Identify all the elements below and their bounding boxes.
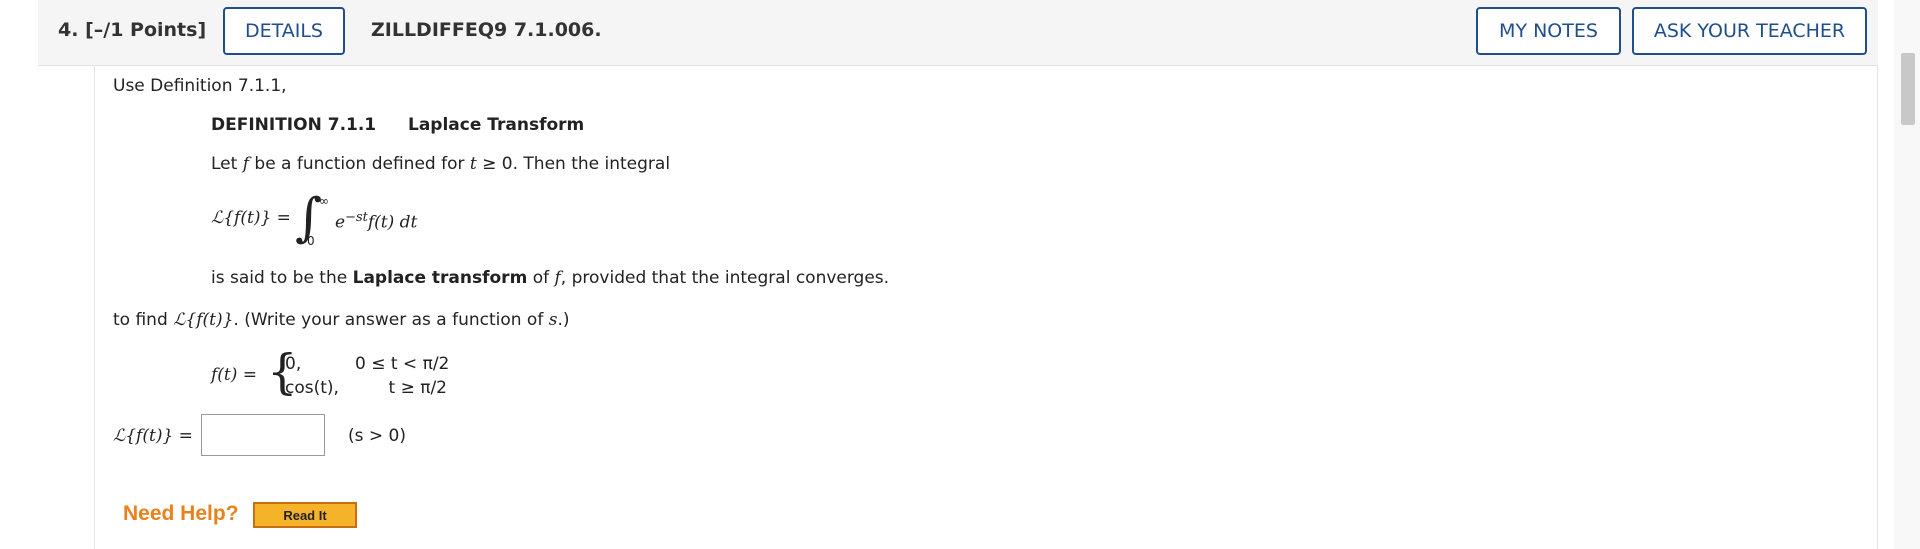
definition-line-1: Let f be a function defined for t ≥ 0. T… [211,154,670,174]
def-bold-term: Laplace transform [352,268,528,288]
def-text: is said to be the [211,268,353,288]
def-text: of [527,268,555,288]
details-button[interactable]: DETAILS [223,7,345,55]
question-points: [–/1 Points] [85,19,207,41]
intro-text: Use Definition 7.1.1, [113,76,287,96]
question-number-text: 4. [58,19,79,41]
my-notes-button[interactable]: MY NOTES [1476,7,1621,55]
definition-line-2: is said to be the Laplace transform of f… [211,268,889,288]
def-text: Let [211,154,243,174]
read-it-button[interactable]: Read It [253,502,357,528]
integrand: e−stf(t) dt [335,210,417,233]
def-var-t: t [469,154,477,174]
def-text: ≥ 0. Then the integral [476,154,671,174]
piece-2-condition: t ≥ π/2 [388,378,448,398]
question-content: Use Definition 7.1.1, DEFINITION 7.1.1 L… [94,66,1878,549]
integral-lower-limit: 0 [307,234,315,248]
task-part: . (Write your answer as a function of [233,310,549,330]
ask-teacher-button[interactable]: ASK YOUR TEACHER [1632,7,1867,55]
question-page: 4. [–/1 Points] DETAILS ZILLDIFFEQ9 7.1.… [0,0,1920,549]
problem-code: ZILLDIFFEQ9 7.1.006. [371,19,602,41]
integral-upper-limit: ∞ [319,194,329,208]
scrollbar[interactable] [1894,0,1920,549]
scrollbar-thumb[interactable] [1901,53,1915,125]
piece-1-value: 0, [285,354,302,374]
my-notes-button-label: MY NOTES [1499,20,1598,42]
definition-title: Laplace Transform [407,115,585,135]
ask-teacher-button-label: ASK YOUR TEACHER [1653,20,1846,42]
answer-input[interactable] [201,414,325,456]
answer-lhs: ℒ{f(t)} = [113,426,193,446]
answer-condition: (s > 0) [348,426,406,446]
question-number: 4. [–/1 Points] [58,19,206,41]
task-part: .) [557,310,570,330]
definition-heading: DEFINITION 7.1.1 Laplace Transform [211,115,584,135]
read-it-button-label: Read It [283,507,327,523]
integrand-e: e [335,212,346,233]
task-text: to find ℒ{f(t)}. (Write your answer as a… [113,310,570,330]
def-text: , provided that the integral converges. [560,268,890,288]
integrand-exponent: −st [345,210,368,225]
formula-lhs: ℒ{f(t)} = [211,208,291,228]
need-help-label: Need Help? [123,502,239,525]
piecewise-lhs: f(t) = [211,365,258,385]
piece-1-condition: 0 ≤ t < π/2 [355,354,450,374]
def-text: be a function defined for [249,154,470,174]
task-laplace: ℒ{f(t)} [173,310,234,330]
integrand-rest: f(t) dt [367,212,418,233]
question-header: 4. [–/1 Points] DETAILS ZILLDIFFEQ9 7.1.… [38,0,1878,66]
task-part: to find [113,310,174,330]
details-button-label: DETAILS [244,20,323,42]
piece-2-value: cos(t), [285,378,339,398]
definition-number: DEFINITION 7.1.1 [211,115,377,135]
